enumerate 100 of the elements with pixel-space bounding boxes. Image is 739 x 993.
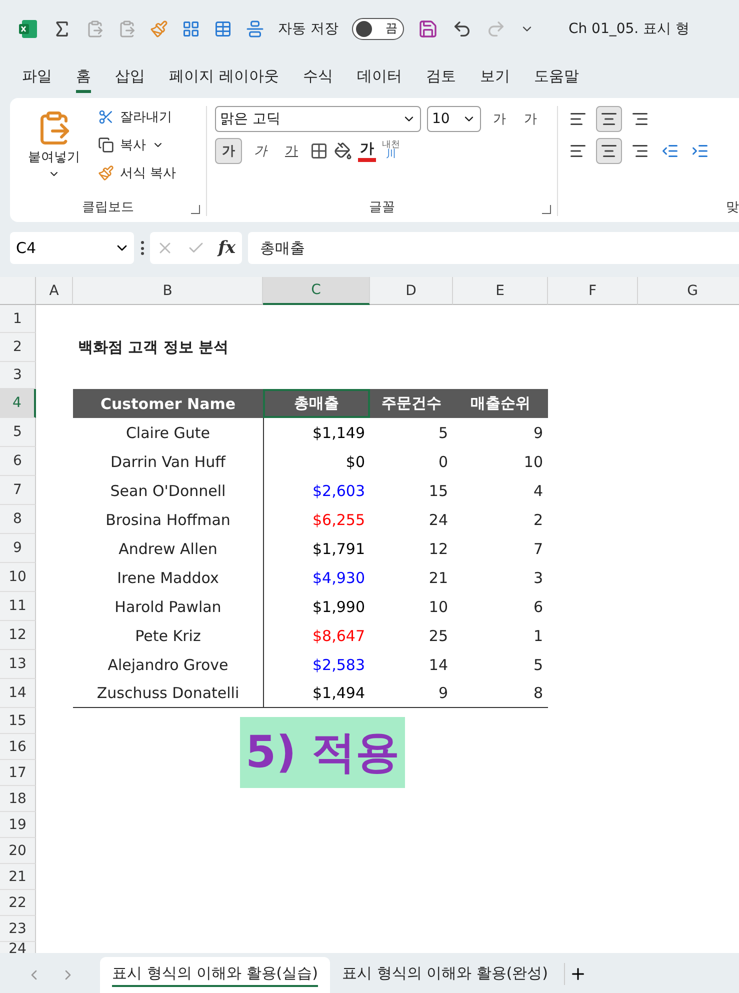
header-cell[interactable]: Customer Name (73, 389, 263, 418)
dialog-launcher-icon[interactable] (191, 204, 200, 214)
grow-font-button[interactable]: 가 (487, 106, 512, 131)
table-cell[interactable]: $1,494 (263, 679, 370, 708)
fill-color-icon[interactable] (334, 142, 352, 160)
menu-tab[interactable]: 페이지 레이아웃 (169, 62, 279, 93)
column-header[interactable]: A (36, 277, 73, 306)
underline-button[interactable]: 가 (279, 138, 304, 163)
formula-field[interactable]: 총매출 (248, 232, 739, 264)
paste-button[interactable]: 붙여넣기 (18, 106, 90, 198)
italic-button[interactable]: 가 (248, 138, 273, 163)
name-box[interactable]: C4 (10, 232, 134, 264)
bold-button[interactable]: 가 (215, 138, 242, 164)
grid-icon[interactable] (182, 20, 200, 38)
row-header[interactable]: 21 (0, 864, 36, 890)
insert-function-button[interactable]: fx (218, 238, 236, 258)
row-header[interactable]: 23 (0, 916, 36, 942)
table-cell[interactable]: $1,791 (263, 534, 370, 564)
column-header[interactable]: E (453, 277, 548, 306)
table-cell[interactable]: 7 (453, 534, 548, 564)
column-header[interactable]: C (263, 277, 370, 306)
table-cell[interactable]: $1,149 (263, 418, 370, 448)
menu-tab[interactable]: 검토 (426, 62, 456, 93)
shrink-font-button[interactable]: 가 (518, 106, 543, 131)
table-cell[interactable]: Andrew Allen (73, 534, 263, 564)
table-cell[interactable]: 15 (370, 476, 453, 506)
row-header[interactable]: 11 (0, 592, 36, 622)
table-cell[interactable]: Brosina Hoffman (73, 505, 263, 534)
row-header[interactable]: 1 (0, 305, 36, 334)
table-cell[interactable]: 9 (453, 418, 548, 448)
row-header[interactable]: 13 (0, 650, 36, 680)
row-header[interactable]: 7 (0, 476, 36, 506)
row-header[interactable]: 3 (0, 362, 36, 390)
align-middle-button[interactable] (596, 106, 622, 132)
copy-button[interactable]: 복사 (96, 134, 178, 156)
row-header[interactable]: 16 (0, 734, 36, 760)
format-painter-button[interactable]: 서식 복사 (96, 162, 178, 184)
row-header[interactable]: 19 (0, 812, 36, 838)
table-cell[interactable]: 1 (453, 621, 548, 650)
row-header[interactable]: 6 (0, 447, 36, 476)
row-header[interactable]: 24 (0, 942, 36, 953)
table-cell[interactable]: 24 (370, 505, 453, 534)
header-cell[interactable]: 매출순위 (453, 389, 548, 418)
row-header[interactable]: 15 (0, 708, 36, 734)
table-cell[interactable]: $8,647 (263, 621, 370, 650)
table-cell[interactable]: 3 (453, 563, 548, 592)
table-cell[interactable]: 6 (453, 592, 548, 622)
row-header[interactable]: 12 (0, 621, 36, 650)
row-header[interactable]: 8 (0, 505, 36, 534)
menu-tab[interactable]: 데이터 (356, 62, 402, 93)
table-cell[interactable]: 0 (370, 447, 453, 476)
border-icon[interactable] (310, 142, 328, 160)
menu-tab[interactable]: 수식 (302, 62, 333, 93)
row-header[interactable]: 10 (0, 563, 36, 592)
row-header[interactable]: 22 (0, 890, 36, 916)
table-cell[interactable]: 4 (453, 476, 548, 506)
menu-tab[interactable]: 도움말 (534, 62, 579, 93)
row-header[interactable]: 14 (0, 679, 36, 708)
header-cell[interactable]: 총매출 (263, 389, 370, 418)
sheet-tab[interactable]: 표시 형식의 이해와 활용(완성) (330, 957, 560, 993)
column-header[interactable]: F (548, 277, 638, 306)
sheet-tab[interactable]: 표시 형식의 이해와 활용(실습) (100, 957, 330, 993)
font-color-button[interactable]: 가 (358, 140, 376, 162)
excel-logo-icon[interactable] (18, 18, 38, 39)
table-cell[interactable]: $1,990 (263, 592, 370, 622)
cut-button[interactable]: 잘라내기 (96, 106, 178, 128)
save-icon[interactable] (418, 18, 438, 39)
table-cell[interactable]: 21 (370, 563, 453, 592)
table-cell[interactable]: $4,930 (263, 563, 370, 592)
table-cell[interactable]: Claire Gute (73, 418, 263, 448)
font-size-field[interactable]: 10 (427, 106, 481, 132)
table-cell[interactable]: Sean O'Donnell (73, 476, 263, 506)
font-name-field[interactable]: 맑은 고딕 (215, 106, 421, 132)
align-center-button[interactable] (596, 138, 622, 164)
row-header[interactable]: 20 (0, 838, 36, 864)
undo-icon[interactable] (452, 18, 472, 39)
more-icon[interactable] (140, 241, 144, 256)
table-cell[interactable]: 8 (453, 679, 548, 708)
column-header[interactable]: D (370, 277, 453, 306)
table-cell[interactable]: 14 (370, 650, 453, 680)
menu-tab[interactable]: 삽입 (115, 62, 145, 93)
table-cell[interactable]: 9 (370, 679, 453, 708)
table-cell[interactable]: 10 (370, 592, 453, 622)
phonetic-button[interactable]: 내천 川 (382, 141, 400, 160)
table-cell[interactable]: Irene Maddox (73, 563, 263, 592)
menu-tab[interactable]: 홈 (76, 62, 91, 93)
row-header[interactable]: 2 (0, 333, 36, 362)
table-cell[interactable]: $0 (263, 447, 370, 476)
table-cell[interactable]: $2,583 (263, 650, 370, 680)
column-header[interactable]: B (73, 277, 263, 306)
table-cell[interactable]: 5 (370, 418, 453, 448)
table-cell[interactable]: 10 (453, 447, 548, 476)
table-cell[interactable]: $2,603 (263, 476, 370, 506)
row-header[interactable]: 5 (0, 418, 36, 448)
table-cell[interactable]: Zuschuss Donatelli (73, 679, 263, 708)
row-header[interactable]: 17 (0, 760, 36, 786)
table-cell[interactable]: 2 (453, 505, 548, 534)
table-cell[interactable]: Pete Kriz (73, 621, 263, 650)
table-cell[interactable]: Harold Pawlan (73, 592, 263, 622)
header-cell[interactable]: 주문건수 (370, 389, 453, 418)
